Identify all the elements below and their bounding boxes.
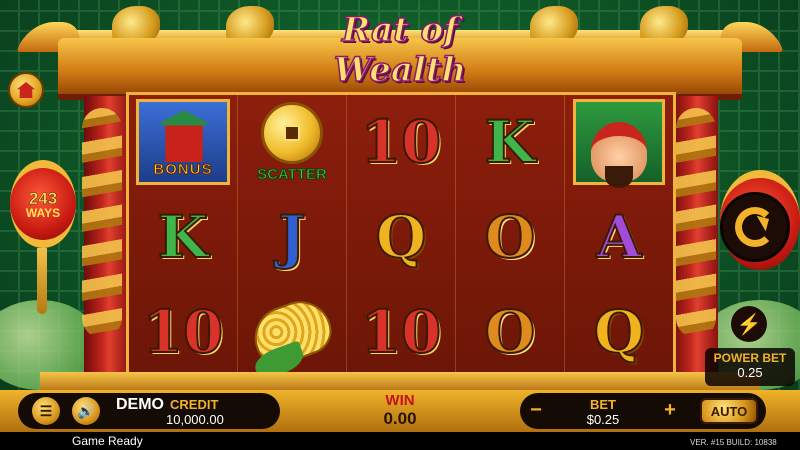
- reel-grid[interactable]: BONUS K 10 SCATTER J 10 Q 10 K O O A Q: [126, 92, 676, 382]
- menu-icon: ☰: [39, 402, 53, 419]
- reel-cell: K: [129, 190, 237, 285]
- lantern-tassel: [37, 248, 47, 314]
- home-button[interactable]: [8, 72, 44, 108]
- symbol-scatter: SCATTER: [257, 101, 328, 183]
- home-icon: [17, 82, 35, 98]
- spin-icon: [735, 207, 775, 247]
- symbol-q: Q: [593, 297, 646, 366]
- reel-cell: O: [456, 190, 564, 285]
- symbol-10: 10: [360, 108, 443, 177]
- ways-number: 243: [28, 188, 58, 208]
- wealth-god-icon: [591, 122, 647, 189]
- reel-1: BONUS K 10: [129, 95, 238, 379]
- power-bet-button[interactable]: ⚡: [731, 306, 767, 342]
- reel-cell: J: [238, 190, 346, 285]
- reel-cell: 10: [347, 284, 455, 379]
- symbol-k: K: [157, 203, 209, 271]
- reel-cell: [238, 284, 346, 379]
- credit-value: 10,000.00: [166, 412, 224, 427]
- symbol-o: O: [484, 297, 537, 366]
- win-label: WIN: [385, 392, 415, 409]
- pagoda-icon: [159, 110, 209, 163]
- symbol-j: J: [277, 203, 306, 271]
- bet-value: $0.25: [586, 412, 620, 427]
- power-bet-value: 0.25: [737, 365, 763, 380]
- symbol-wealth-god: [573, 99, 665, 189]
- reel-2: SCATTER J: [238, 95, 347, 379]
- scatter-label: SCATTER: [257, 165, 328, 183]
- symbol-k: K: [484, 108, 536, 177]
- win-value: 0.00: [383, 409, 417, 428]
- sound-button[interactable]: 🔊: [72, 397, 100, 425]
- sound-icon: 🔊: [77, 402, 95, 419]
- reel-5: AQ: [565, 95, 673, 379]
- game-stage: Rat of Wealth BONUS K 10 SCATTER J 10 Q 10 K O O A Q…: [0, 0, 800, 450]
- dragon-coil-right: [676, 108, 716, 338]
- reel-4: KOO: [456, 95, 565, 379]
- reel-cell: BONUS: [129, 95, 237, 190]
- lightning-icon: ⚡: [736, 313, 762, 336]
- reel-3: 10 Q 10: [347, 95, 456, 379]
- reel-cell: [565, 95, 673, 190]
- symbol-o: O: [484, 203, 537, 271]
- symbol-a: A: [595, 203, 642, 271]
- coin-icon: [260, 101, 323, 164]
- menu-button[interactable]: ☰: [32, 397, 60, 425]
- spin-button[interactable]: [720, 192, 790, 262]
- ways-label: WAYS: [25, 205, 61, 220]
- status-message: Game Ready: [72, 434, 143, 448]
- credit-label: CREDIT: [170, 397, 219, 412]
- symbol-bonus: BONUS: [136, 99, 230, 186]
- ways-lantern: 243 WAYS: [10, 160, 76, 248]
- game-logo: Rat of Wealth: [333, 9, 467, 91]
- symbol-10: 10: [142, 297, 225, 366]
- auto-spin-button[interactable]: AUTO: [700, 398, 758, 424]
- reel-cell: Q: [565, 284, 673, 379]
- bet-decrease-button[interactable]: −: [524, 399, 548, 421]
- bonus-label: BONUS: [153, 161, 213, 179]
- symbol-corn: [245, 292, 339, 372]
- reel-cell: O: [456, 284, 564, 379]
- dragon-coil-left: [82, 108, 122, 338]
- power-bet-label: POWER BET: [713, 351, 787, 365]
- reel-cell: 10: [347, 95, 455, 190]
- symbol-10: 10: [360, 297, 443, 366]
- version-label: VER. #15 BUILD: 10838: [690, 438, 777, 447]
- reel-cell: SCATTER: [238, 95, 346, 190]
- reel-cell: K: [456, 95, 564, 190]
- bet-increase-button[interactable]: +: [658, 399, 682, 421]
- bet-label: BET: [590, 397, 616, 412]
- reel-cell: A: [565, 190, 673, 285]
- power-bet-panel: POWER BET 0.25: [705, 348, 795, 386]
- reel-cell: Q: [347, 190, 455, 285]
- demo-label: DEMO: [116, 396, 164, 413]
- reel-cell: 10: [129, 284, 237, 379]
- symbol-q: Q: [375, 203, 428, 271]
